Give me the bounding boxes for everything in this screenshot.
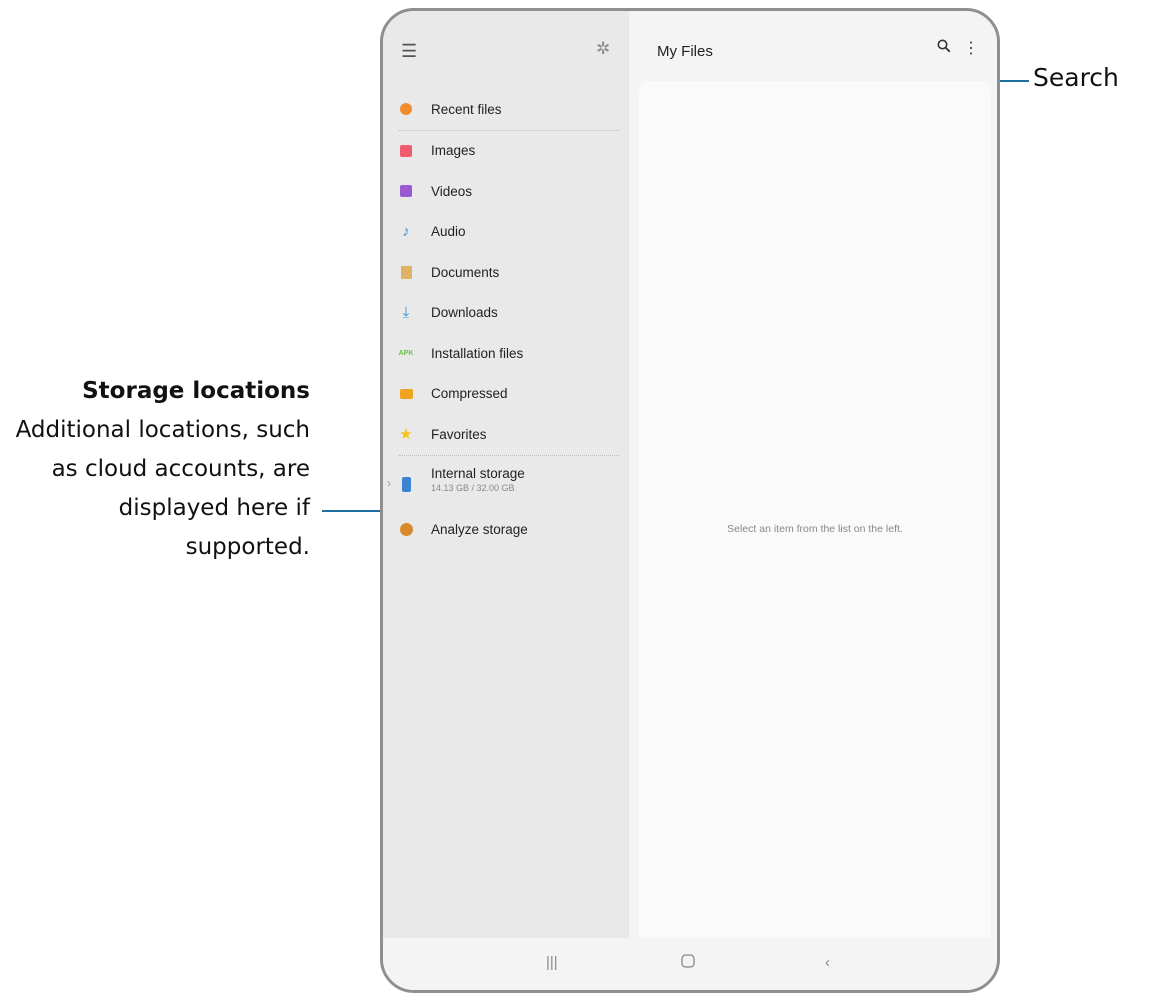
storage-usage: 14.13 GB / 32.00 GB xyxy=(431,482,515,493)
page-title: My Files xyxy=(657,43,713,60)
back-icon[interactable]: ‹ xyxy=(825,954,830,971)
image-icon xyxy=(399,144,413,158)
phone-storage-icon xyxy=(399,477,413,492)
search-icon[interactable] xyxy=(937,39,951,58)
callout-body: Additional locations, such as cloud acco… xyxy=(15,417,310,560)
drawer-item-compressed[interactable]: Compressed xyxy=(383,374,629,415)
drawer-header: ☰ ✲ xyxy=(383,11,629,89)
hamburger-icon[interactable]: ☰ xyxy=(401,41,417,62)
storage-name: Internal storage xyxy=(431,465,525,481)
star-icon: ★ xyxy=(399,426,413,444)
drawer-item-images[interactable]: Images xyxy=(383,131,629,172)
screen: ☰ ✲ Recent files Images Videos ♪ Audio D… xyxy=(383,11,997,990)
system-navigation-bar: ||| ‹ xyxy=(383,938,997,990)
drawer-item-videos[interactable]: Videos xyxy=(383,171,629,212)
content-pane: Select an item from the list on the left… xyxy=(639,81,991,938)
pane-header: My Files ⋮ xyxy=(629,11,997,81)
drawer-item-label: Recent files xyxy=(431,101,502,117)
drawer-item-label: Analyze storage xyxy=(431,522,528,538)
drawer-item-label: Favorites xyxy=(431,426,487,442)
drawer-item-internal-storage[interactable]: › Internal storage 14.13 GB / 32.00 GB xyxy=(383,456,629,510)
tablet-frame: ☰ ✲ Recent files Images Videos ♪ Audio D… xyxy=(380,8,1000,993)
music-note-icon: ♪ xyxy=(402,223,410,241)
analyze-icon xyxy=(399,523,413,537)
drawer-item-documents[interactable]: Documents xyxy=(383,252,629,293)
drawer-item-label: Downloads xyxy=(431,305,498,321)
search-callout: Search xyxy=(1033,63,1119,92)
drawer-item-favorites[interactable]: ★ Favorites xyxy=(383,414,629,455)
drawer-item-label: Videos xyxy=(431,183,473,199)
recent-apps-icon[interactable]: ||| xyxy=(546,954,558,971)
drawer-item-label: Audio xyxy=(431,224,466,240)
storage-locations-callout: Storage locations Additional locations, … xyxy=(0,372,310,567)
document-icon xyxy=(399,265,413,279)
clock-icon xyxy=(399,102,413,116)
drawer-item-installation-files[interactable]: APK Installation files xyxy=(383,333,629,374)
navigation-drawer: ☰ ✲ Recent files Images Videos ♪ Audio D… xyxy=(383,11,629,938)
drawer-item-recent-files[interactable]: Recent files xyxy=(383,89,629,130)
home-icon[interactable] xyxy=(681,954,695,972)
download-icon: ⤓ xyxy=(402,304,410,322)
folder-icon xyxy=(399,387,413,401)
drawer-item-analyze-storage[interactable]: Analyze storage xyxy=(383,510,629,551)
apk-icon: APK xyxy=(398,349,414,357)
drawer-item-label: Compressed xyxy=(431,386,508,402)
chevron-right-icon[interactable]: › xyxy=(387,476,391,490)
empty-state-message: Select an item from the list on the left… xyxy=(727,523,903,535)
drawer-item-label: Documents xyxy=(431,264,500,280)
more-options-icon[interactable]: ⋮ xyxy=(963,38,979,58)
drawer-item-downloads[interactable]: ⤓ Downloads xyxy=(383,293,629,334)
drawer-item-audio[interactable]: ♪ Audio xyxy=(383,212,629,253)
video-icon xyxy=(399,184,413,198)
callout-title: Storage locations xyxy=(82,378,310,404)
drawer-item-label: Installation files xyxy=(431,345,524,361)
gear-icon[interactable]: ✲ xyxy=(596,39,610,59)
drawer-item-label: Images xyxy=(431,143,476,159)
